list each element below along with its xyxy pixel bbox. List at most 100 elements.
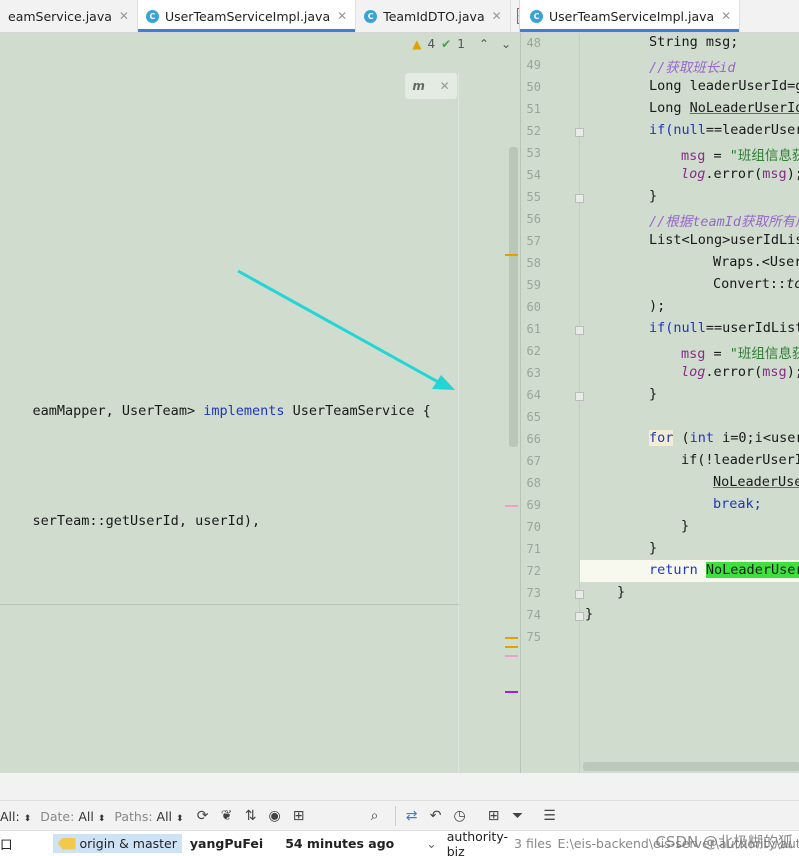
- warning-marker[interactable]: [505, 254, 518, 256]
- git-log-row[interactable]: 口 origin & master yangPuFei 54 minutes a…: [0, 830, 799, 856]
- line-number: 51: [521, 102, 541, 116]
- panel-splitter[interactable]: [0, 773, 799, 800]
- code-text: String msg;: [649, 34, 738, 50]
- code-text: ==leaderUser: [706, 122, 799, 138]
- fold-marker[interactable]: [575, 392, 584, 401]
- line-number: 69: [521, 498, 541, 512]
- module-name[interactable]: authority-biz: [447, 830, 508, 856]
- error-marker[interactable]: [505, 505, 518, 507]
- sort-icon: ⬍: [24, 814, 32, 824]
- line-number: 62: [521, 344, 541, 358]
- line-number: 64: [521, 388, 541, 402]
- filter-date[interactable]: Date: All ⬍: [40, 809, 105, 824]
- annotation-arrow: [0, 33, 519, 773]
- chevron-down-icon[interactable]: ⌄: [426, 836, 436, 851]
- line-number-gutter: 4849505152535455565758596061626364656667…: [521, 33, 580, 773]
- xml-file-icon: <>: [517, 8, 519, 24]
- code-line-52: if(null==leaderUser: [649, 122, 799, 138]
- code-line-56: //根据teamId获取所有成: [649, 210, 799, 230]
- code-text: NoLeaderUserId: [690, 100, 799, 116]
- line-number: 56: [521, 212, 541, 226]
- left-editor[interactable]: ▲ 4 ✔ 1 ⌃ ⌄ m ✕ eamMapper, UserTeam> imp…: [0, 33, 519, 773]
- tab-userteamserviceimpl-right[interactable]: C UserTeamServiceImpl.java ✕: [520, 0, 740, 32]
- show-diff-icon[interactable]: ☰: [540, 808, 560, 824]
- class-icon: C: [146, 10, 159, 23]
- close-icon[interactable]: ✕: [492, 9, 502, 23]
- code-text: .error(: [705, 364, 762, 380]
- string-text: "班组信息获: [730, 148, 799, 164]
- tab-more[interactable]: <>: [511, 0, 519, 32]
- filter-value: All: [78, 809, 94, 824]
- compare-icon[interactable]: ⇄: [402, 808, 422, 824]
- commit-author: yangPuFei: [190, 836, 263, 851]
- fold-marker[interactable]: [575, 194, 584, 203]
- history-icon[interactable]: ◷: [450, 808, 470, 824]
- line-number: 54: [521, 168, 541, 182]
- line-number: 57: [521, 234, 541, 248]
- vertical-scrollbar[interactable]: [509, 147, 518, 447]
- sort-arrows-icon[interactable]: ⇅: [241, 808, 261, 824]
- line-number: 55: [521, 190, 541, 204]
- filter-paths[interactable]: Paths: All ⬍: [114, 809, 183, 824]
- fold-marker[interactable]: [575, 590, 584, 599]
- git-log-toolbar: All: ⬍ Date: All ⬍ Paths: All ⬍ ⟳ ❦ ⇅ ◉ …: [0, 800, 799, 831]
- code-line-61: if(null==userIdList: [649, 320, 799, 336]
- fold-marker[interactable]: [575, 612, 584, 621]
- code-line-69: break;: [713, 496, 762, 512]
- line-number: 74: [521, 608, 541, 622]
- line-number: 67: [521, 454, 541, 468]
- refresh-icon[interactable]: ⟳: [193, 808, 213, 824]
- filter-all[interactable]: All: ⬍: [0, 809, 31, 824]
- tab-label: UserTeamServiceImpl.java: [165, 9, 330, 24]
- tab-label: eamService.java: [8, 9, 112, 24]
- warning-marker[interactable]: [505, 646, 518, 648]
- code-text: }: [585, 606, 593, 622]
- revert-icon[interactable]: ↶: [426, 808, 446, 824]
- branch-badge: origin & master: [53, 834, 182, 853]
- error-marker[interactable]: [505, 655, 518, 657]
- code-line-63: log.error(msg);: [681, 364, 799, 380]
- code-line-59: Convert::to: [713, 276, 799, 292]
- variable-text: log: [681, 166, 705, 182]
- search-icon[interactable]: ⌕: [365, 808, 385, 824]
- tab-eamservice[interactable]: eamService.java ✕: [0, 0, 138, 32]
- fold-marker[interactable]: [575, 128, 584, 137]
- line-number: 59: [521, 278, 541, 292]
- code-line-48: String msg;: [649, 34, 738, 50]
- code-line-74: }: [585, 606, 593, 622]
- code-text: to: [786, 276, 799, 292]
- close-icon[interactable]: ✕: [119, 9, 129, 23]
- line-number: 71: [521, 542, 541, 556]
- left-tab-bar: eamService.java ✕ C UserTeamServiceImpl.…: [0, 0, 519, 33]
- right-editor[interactable]: 4849505152535455565758596061626364656667…: [520, 33, 799, 773]
- tab-teamiddto[interactable]: C TeamIdDTO.java ✕: [356, 0, 510, 32]
- fold-marker[interactable]: [575, 326, 584, 335]
- horizontal-scrollbar[interactable]: [583, 762, 799, 771]
- variable-text: msg: [681, 346, 705, 362]
- close-icon[interactable]: ✕: [721, 9, 731, 23]
- line-number: 66: [521, 432, 541, 446]
- group-by-icon[interactable]: ⊞: [484, 808, 504, 824]
- code-text: );: [787, 364, 799, 380]
- new-tab-icon[interactable]: ⊞: [289, 808, 309, 824]
- tab-label: TeamIdDTO.java: [383, 9, 484, 24]
- warning-marker[interactable]: [505, 637, 518, 639]
- cherry-pick-icon[interactable]: ❦: [217, 808, 237, 824]
- right-tab-bar: C UserTeamServiceImpl.java ✕: [520, 0, 799, 33]
- tab-label: UserTeamServiceImpl.java: [549, 9, 714, 24]
- filter-label: Date:: [40, 809, 74, 824]
- tab-userteamserviceimpl[interactable]: C UserTeamServiceImpl.java ✕: [138, 0, 356, 32]
- keyword-text: for: [649, 430, 673, 446]
- filter-icon[interactable]: ⏷: [508, 808, 528, 824]
- code-text: NoLeaderUse: [713, 474, 799, 490]
- close-icon[interactable]: ✕: [337, 9, 347, 23]
- code-line-53: msg = "班组信息获: [681, 144, 799, 164]
- change-marker[interactable]: [505, 691, 518, 693]
- code-line-58: Wraps.<User: [713, 254, 799, 270]
- code-line-54: log.error(msg);: [681, 166, 799, 182]
- variable-text: msg: [681, 148, 705, 164]
- eye-icon[interactable]: ◉: [265, 808, 285, 824]
- comment-text: //获取班长id: [649, 60, 736, 76]
- variable-text: log: [681, 364, 705, 380]
- code-line-68: NoLeaderUse: [713, 474, 799, 490]
